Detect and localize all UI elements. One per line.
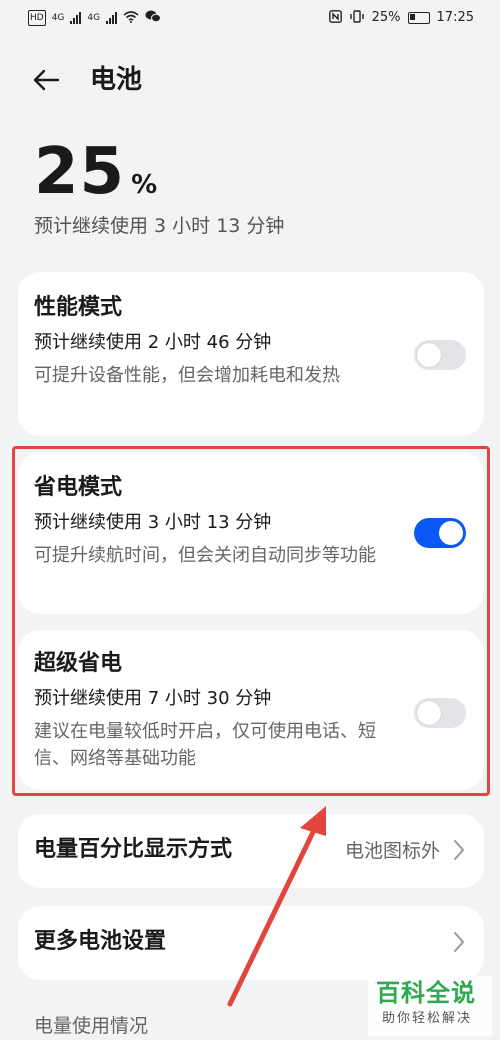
clock: 17:25	[436, 10, 474, 25]
hd-badge: HD	[28, 10, 46, 26]
wifi-icon	[123, 10, 139, 26]
more-battery-settings-title: 更多电池设置	[34, 929, 167, 954]
power-saving-desc: 可提升续航时间，但会关闭自动同步等功能	[34, 545, 376, 566]
battery-percent-unit: %	[131, 170, 159, 200]
battery-estimate: 预计继续使用 3 小时 13 分钟	[34, 215, 285, 237]
chevron-right-icon	[454, 840, 464, 860]
performance-mode-card: 性能模式 预计继续使用 2 小时 46 分钟 可提升设备性能，但会增加耗电和发热	[18, 272, 484, 436]
power-saving-card: 省电模式 预计继续使用 3 小时 13 分钟 可提升续航时间，但会关闭自动同步等…	[18, 452, 484, 614]
status-right: 25% 17:25	[328, 10, 474, 26]
battery-icon	[407, 12, 430, 24]
power-saving-estimate: 预计继续使用 3 小时 13 分钟	[34, 512, 272, 533]
header: 电池	[0, 52, 500, 108]
network-type-1: 4G	[51, 13, 65, 23]
performance-mode-estimate: 预计继续使用 2 小时 46 分钟	[34, 332, 272, 353]
performance-mode-toggle[interactable]	[414, 340, 466, 370]
page-title: 电池	[90, 65, 143, 95]
toggle-knob	[417, 701, 441, 725]
battery-percent: 25%	[371, 10, 401, 25]
battery-percentage-display-title: 电量百分比显示方式	[34, 837, 233, 862]
battery-percent-display: 25%	[34, 136, 158, 221]
performance-mode-title: 性能模式	[34, 295, 123, 320]
status-left: HD 4G 4G	[28, 10, 162, 26]
chevron-right-icon	[454, 932, 464, 952]
battery-percentage-display-value: 电池图标外	[344, 840, 440, 862]
watermark: 百科全说 助你轻松解决	[368, 976, 492, 1036]
ultra-power-saving-toggle[interactable]	[414, 698, 466, 728]
arrow-left-icon	[33, 69, 60, 91]
signal-icon	[70, 12, 82, 24]
battery-percentage-display-row[interactable]: 电量百分比显示方式 电池图标外	[18, 814, 484, 888]
watermark-tagline: 助你轻松解决	[382, 1011, 473, 1026]
ultra-power-saving-title: 超级省电	[34, 651, 123, 676]
status-bar: HD 4G 4G 25% 17:25	[0, 0, 500, 38]
more-battery-settings-row[interactable]: 更多电池设置	[18, 906, 484, 980]
ultra-power-saving-estimate: 预计继续使用 7 小时 30 分钟	[34, 688, 272, 709]
watermark-logo-text: 百科全说	[376, 979, 476, 1007]
signal-icon-2	[106, 12, 118, 24]
ultra-power-saving-desc: 建议在电量较低时开启，仅可使用电话、短信、网络等基础功能	[34, 721, 376, 769]
power-saving-title: 省电模式	[34, 475, 123, 500]
vibrate-icon	[349, 10, 365, 26]
toggle-knob	[439, 521, 463, 545]
battery-usage-section-label: 电量使用情况	[34, 1015, 149, 1037]
power-saving-toggle[interactable]	[414, 518, 466, 548]
battery-percent-value: 25	[34, 135, 126, 209]
network-type-2: 4G	[87, 13, 101, 23]
nfc-icon	[328, 10, 342, 26]
wechat-icon	[145, 10, 162, 26]
back-button[interactable]	[28, 62, 64, 98]
ultra-power-saving-card: 超级省电 预计继续使用 7 小时 30 分钟 建议在电量较低时开启，仅可使用电话…	[18, 630, 484, 790]
toggle-knob	[417, 343, 441, 367]
performance-mode-desc: 可提升设备性能，但会增加耗电和发热	[34, 365, 340, 386]
